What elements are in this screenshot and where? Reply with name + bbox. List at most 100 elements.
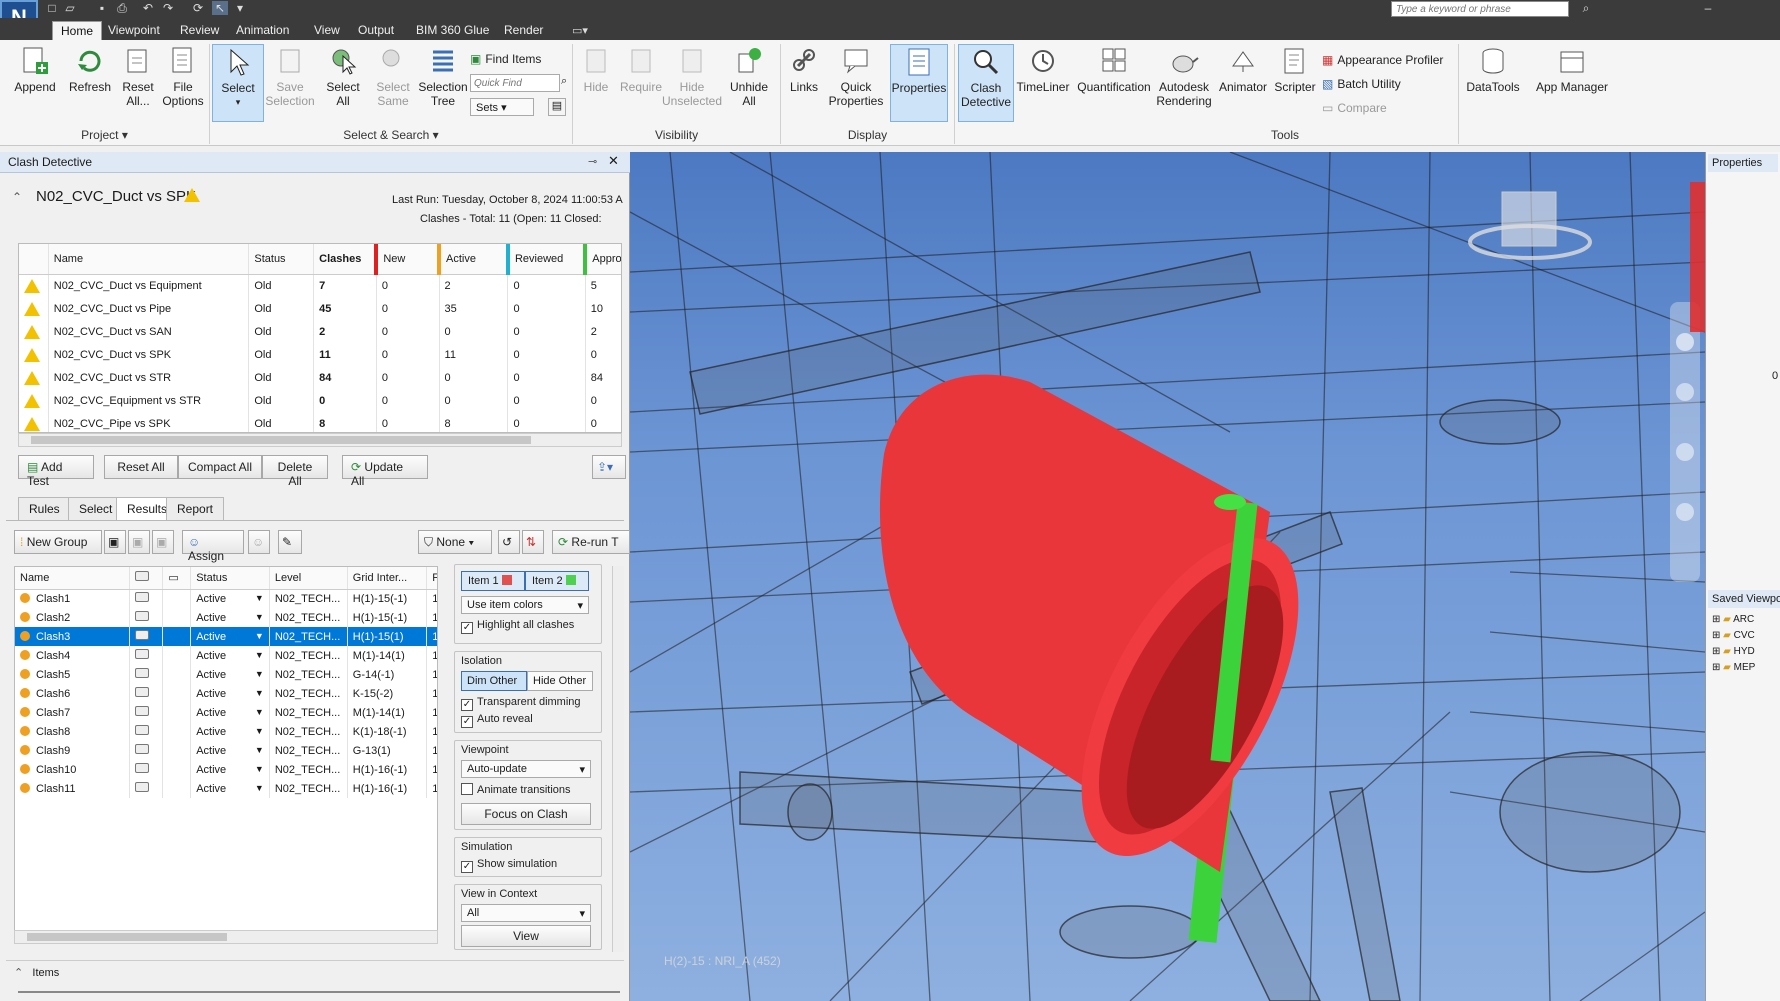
- tab-bim360[interactable]: BIM 360 Glue: [408, 21, 497, 40]
- camera-icon[interactable]: [134, 611, 149, 621]
- refresh-button[interactable]: Refresh: [64, 46, 116, 94]
- links-button[interactable]: Links: [784, 46, 824, 94]
- tab-render[interactable]: Render: [496, 21, 551, 40]
- camera-icon[interactable]: [134, 782, 149, 792]
- clash-row[interactable]: Clash4 Active▼N02_TECH...M(1)-14(1)10:59:…: [15, 646, 437, 665]
- status-dropdown-icon[interactable]: ▼: [255, 612, 264, 622]
- dim-other-button[interactable]: Dim Other: [461, 671, 527, 691]
- clash-status-cell[interactable]: Active ▼: [190, 703, 270, 722]
- status-dropdown-icon[interactable]: ▼: [255, 669, 264, 679]
- unassign-icon[interactable]: ☺: [248, 530, 270, 554]
- camera-icon[interactable]: [134, 668, 149, 678]
- show-simulation-checkbox[interactable]: ✓ Show simulation: [461, 858, 557, 873]
- batch-utility-button[interactable]: ▧ Batch Utility: [1322, 77, 1401, 91]
- quick-find-input[interactable]: [470, 74, 560, 92]
- results-header-level[interactable]: Level: [269, 567, 348, 590]
- status-dropdown-icon[interactable]: ▼: [255, 650, 264, 660]
- update-all-button[interactable]: ⟳ Update All: [342, 455, 428, 488]
- clash-row[interactable]: Clash6 Active▼N02_TECH...K-15(-2)10:59:0: [15, 684, 437, 703]
- appearance-profiler-button[interactable]: ▦ Appearance Profiler: [1322, 53, 1443, 67]
- status-dropdown-icon[interactable]: ▼: [255, 688, 264, 698]
- autodesk-rendering-button[interactable]: Autodesk Rendering: [1152, 46, 1216, 108]
- status-dropdown-icon[interactable]: ▼: [255, 745, 264, 755]
- sets-dropdown[interactable]: Sets ▾: [470, 98, 534, 116]
- clash-camera-cell[interactable]: [129, 722, 164, 741]
- camera-icon[interactable]: [134, 706, 149, 716]
- test-row[interactable]: N02_CVC_Equipment vs STR Old 0 0 0 0 0: [19, 389, 621, 412]
- scripter-button[interactable]: Scripter: [1270, 46, 1320, 94]
- ribbon-options-icon[interactable]: ▭▾: [572, 24, 588, 37]
- undo-icon[interactable]: ↶: [140, 1, 156, 15]
- save-selection-button[interactable]: Save Selection: [264, 46, 316, 108]
- status-dropdown-icon[interactable]: ▼: [255, 764, 264, 774]
- tab-view[interactable]: View: [306, 21, 348, 40]
- rerun-test-button[interactable]: ⟳ Re-run T: [552, 530, 630, 554]
- reset-all-button[interactable]: Reset All...: [118, 46, 158, 108]
- camera-icon[interactable]: [134, 763, 149, 773]
- tab-review[interactable]: Review: [172, 21, 227, 40]
- explode-group-icon[interactable]: ▣: [152, 530, 174, 554]
- header-active[interactable]: Active: [437, 244, 509, 275]
- refresh-icon[interactable]: ⟳: [190, 1, 206, 15]
- expand-items-icon[interactable]: ⌃: [14, 967, 23, 979]
- open-icon[interactable]: ▱: [62, 1, 78, 15]
- subtab-report[interactable]: Report: [166, 497, 225, 521]
- view-button[interactable]: View: [461, 925, 591, 947]
- clash-status-cell[interactable]: Active ▼: [190, 627, 270, 646]
- camera-icon[interactable]: [134, 630, 149, 640]
- close-icon[interactable]: ✕: [608, 153, 619, 169]
- item2-toggle[interactable]: Item 2: [525, 571, 589, 591]
- sort-icon[interactable]: ⇅: [522, 530, 544, 554]
- clash-status-cell[interactable]: Active ▼: [190, 665, 270, 684]
- ribbon-group-project[interactable]: Project ▾: [0, 128, 209, 144]
- viewpoint-folder-hyd[interactable]: ⊞ ▰ HYD: [1712, 646, 1780, 662]
- animate-transitions-check[interactable]: [461, 783, 473, 795]
- results-hscrollbar[interactable]: [14, 930, 438, 944]
- transparent-dimming-checkbox[interactable]: ✓ Transparent dimming: [461, 696, 581, 711]
- remove-from-group-icon[interactable]: ▣: [128, 530, 150, 554]
- test-row[interactable]: N02_CVC_Duct vs Equipment Old 7 0 2 0 5: [19, 274, 621, 297]
- viewpoint-folder-arc[interactable]: ⊞ ▰ ARC: [1712, 614, 1780, 630]
- animate-transitions-checkbox[interactable]: Animate transitions: [461, 783, 571, 796]
- app-manager-button[interactable]: App Manager: [1532, 46, 1612, 94]
- hide-unselected-button[interactable]: Hide Unselected: [662, 46, 722, 108]
- clash-camera-cell[interactable]: [129, 741, 164, 760]
- results-header-name[interactable]: Name: [15, 567, 130, 590]
- header-new[interactable]: New: [374, 244, 440, 275]
- minimize-icon[interactable]: ‒: [1700, 1, 1716, 15]
- header-clashes[interactable]: Clashes: [313, 244, 377, 275]
- append-button[interactable]: Append: [8, 46, 62, 94]
- select-all-button[interactable]: Select All: [320, 46, 366, 108]
- viewpoint-folder-cvc[interactable]: ⊞ ▰ CVC: [1712, 630, 1780, 646]
- status-dropdown-icon[interactable]: ▼: [255, 707, 264, 717]
- sync-icon[interactable]: ↺: [498, 530, 520, 554]
- tab-output[interactable]: Output: [350, 21, 402, 40]
- test-row[interactable]: N02_CVC_Duct vs Pipe Old 45 0 35 0 10: [19, 297, 621, 320]
- viewpoint-dropdown[interactable]: Auto-update ▾: [461, 760, 591, 778]
- clash-row[interactable]: Clash1 Active▼N02_TECH...H(1)-15(-1)10:59…: [15, 589, 437, 608]
- file-options-button[interactable]: File Options: [160, 46, 206, 108]
- context-dropdown[interactable]: All ▾: [461, 904, 591, 922]
- properties-button[interactable]: Properties: [890, 44, 948, 122]
- status-dropdown-icon[interactable]: ▼: [255, 593, 264, 603]
- subtab-rules[interactable]: Rules: [18, 497, 71, 521]
- pin-icon[interactable]: ⊸: [588, 155, 597, 168]
- unhide-all-button[interactable]: Unhide All: [724, 46, 774, 108]
- results-scroll-thumb[interactable]: [27, 933, 227, 941]
- transparent-dimming-check[interactable]: ✓: [461, 699, 473, 711]
- test-row[interactable]: N02_CVC_Pipe vs SPK Old 8 0 8 0 0: [19, 412, 621, 432]
- clash-camera-cell[interactable]: [129, 703, 164, 722]
- hide-button[interactable]: Hide: [578, 46, 614, 94]
- tests-scroll-thumb[interactable]: [31, 436, 531, 444]
- datatools-button[interactable]: DataTools: [1462, 46, 1524, 94]
- display-vscrollbar[interactable]: [612, 566, 624, 952]
- camera-icon[interactable]: [134, 725, 149, 735]
- ribbon-group-select-search[interactable]: Select & Search ▾: [210, 128, 572, 144]
- clash-status-cell[interactable]: Active ▼: [190, 646, 270, 665]
- clash-detective-button[interactable]: Clash Detective: [958, 44, 1014, 122]
- tab-viewpoint[interactable]: Viewpoint: [100, 21, 168, 40]
- highlight-all-checkbox[interactable]: ✓ Highlight all clashes: [461, 619, 574, 634]
- auto-reveal-checkbox[interactable]: ✓ Auto reveal: [461, 713, 533, 728]
- results-header-status[interactable]: Status: [190, 567, 270, 590]
- clash-status-cell[interactable]: Active ▼: [190, 779, 270, 798]
